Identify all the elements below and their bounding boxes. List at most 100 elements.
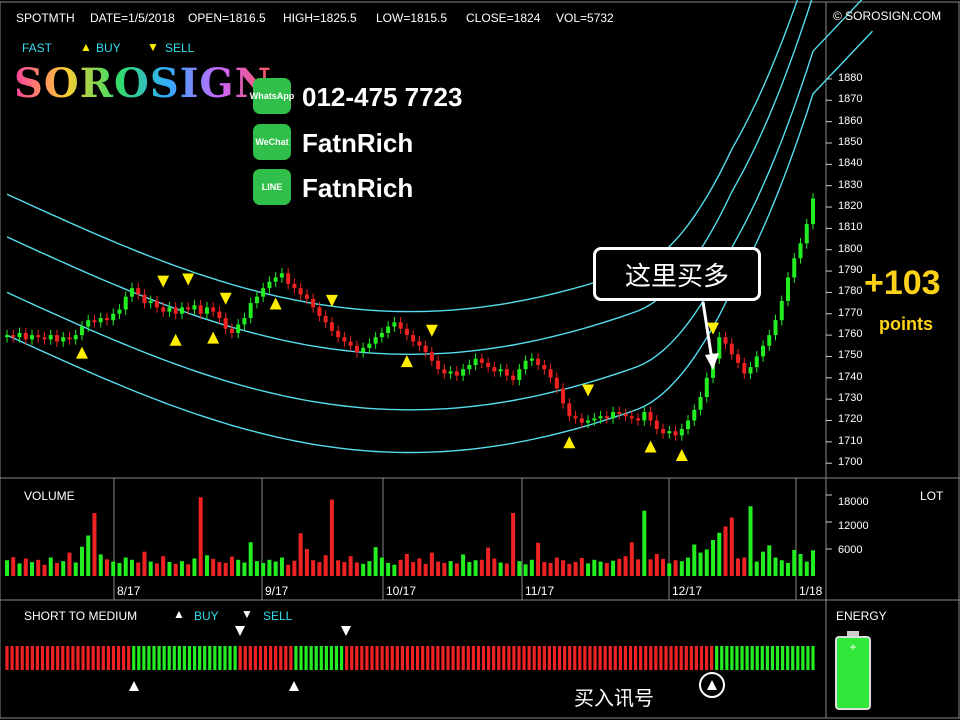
signal-bar <box>20 646 24 670</box>
candle-body <box>311 298 316 308</box>
signal-bar <box>56 646 60 670</box>
line-icon[interactable]: LINE <box>253 169 291 205</box>
signal-bar <box>512 646 516 670</box>
price-tick-label: 1810 <box>838 221 863 234</box>
signal-bar <box>618 646 622 670</box>
volume-bar <box>23 558 28 576</box>
candle-body <box>386 326 391 333</box>
candle-body <box>611 411 616 419</box>
signal-bar <box>405 646 410 670</box>
signal-bar <box>532 646 536 670</box>
volume-bar <box>361 563 366 576</box>
signal-bar <box>730 646 734 670</box>
line-id: FatnRich <box>302 173 414 203</box>
signal-sell-marker <box>235 626 245 636</box>
volume-bar <box>229 556 234 576</box>
signal-bar <box>228 646 232 670</box>
signal-bar <box>334 646 339 670</box>
candle-body <box>554 377 559 389</box>
candle-body <box>798 243 803 259</box>
candle-body <box>604 416 609 419</box>
volume-bar <box>742 557 747 576</box>
volume-unit: LOT <box>920 489 944 503</box>
volume-bar <box>804 561 809 576</box>
signal-bar <box>40 646 45 670</box>
volume-bar <box>254 561 259 576</box>
volume-bar <box>267 559 272 576</box>
energy-panel-title: ENERGY <box>836 609 887 623</box>
sorosign-logo: SOROSIGN <box>14 60 273 107</box>
signal-bar <box>694 646 699 670</box>
volume-bar <box>248 542 253 576</box>
signal-bar <box>10 646 14 670</box>
signal-bar <box>481 646 486 670</box>
legend-buy: BUY <box>96 41 121 55</box>
candle-body <box>42 337 47 340</box>
signal-bar <box>51 646 55 670</box>
candle-body <box>211 307 216 312</box>
volume-bar <box>517 561 522 576</box>
signal-sell-marker <box>341 626 351 636</box>
volume-bar <box>717 532 722 576</box>
signal-bar <box>527 646 531 670</box>
volume-bar <box>611 560 616 576</box>
low-label: LOW=1815.5 <box>376 11 448 25</box>
signal-bar <box>446 646 450 670</box>
signal-buy-marker <box>289 681 299 691</box>
wechat-icon[interactable]: WeChat <box>253 124 291 160</box>
signal-bar <box>740 646 744 670</box>
candle-body <box>86 320 91 327</box>
signal-bar <box>203 646 207 670</box>
signal-bar <box>603 646 607 670</box>
volume-bar <box>467 562 472 576</box>
candle-body <box>736 354 741 363</box>
candle-body <box>273 277 278 282</box>
signal-bar <box>309 646 313 670</box>
candle-body <box>161 307 166 312</box>
candle-body <box>686 420 691 430</box>
signal-bar <box>329 646 334 670</box>
price-tick-label: 1740 <box>838 370 863 383</box>
candle-body <box>511 375 516 380</box>
signal-bar <box>360 646 364 670</box>
signal-bar <box>486 646 491 670</box>
volume-bar <box>261 562 266 576</box>
candle-body <box>461 369 466 376</box>
volume-bar <box>411 562 416 576</box>
volume-bar <box>304 549 309 576</box>
volume-bar <box>442 562 447 576</box>
signal-bar <box>517 646 521 670</box>
candle-body <box>54 335 59 342</box>
legend-buy-icon: ▲ <box>80 40 92 54</box>
signal-bar <box>639 646 643 670</box>
volume-bar <box>117 562 122 576</box>
whatsapp-icon[interactable]: WhatsApp <box>250 78 294 114</box>
signal-bar <box>208 646 212 670</box>
volume-bar <box>711 540 716 576</box>
legend-fast: FAST <box>22 41 53 55</box>
candle-body <box>442 369 447 374</box>
candle-body <box>448 371 453 374</box>
signal-bar <box>431 646 435 670</box>
signal-bar <box>121 646 126 670</box>
price-tick-label: 1850 <box>838 135 863 148</box>
candle-body <box>167 307 172 312</box>
volume-tick: 12000 <box>838 520 869 532</box>
callout-arrowhead <box>705 353 719 370</box>
close-label: CLOSE=1824 <box>466 11 541 25</box>
signal-bar <box>669 646 673 670</box>
sell-marker <box>582 384 595 397</box>
volume-bar <box>511 513 516 576</box>
volume-bar <box>667 563 672 576</box>
volume-bar <box>242 562 247 576</box>
candle-body <box>5 335 9 338</box>
candle-body <box>617 411 622 415</box>
signal-bar <box>522 646 526 670</box>
candle-body <box>261 288 266 297</box>
signal-bar <box>5 646 9 670</box>
signal-bar <box>258 646 263 670</box>
signal-bar <box>735 646 739 670</box>
volume-bar <box>167 562 172 576</box>
price-tick-label: 1800 <box>838 242 863 255</box>
candle-body <box>642 411 647 421</box>
